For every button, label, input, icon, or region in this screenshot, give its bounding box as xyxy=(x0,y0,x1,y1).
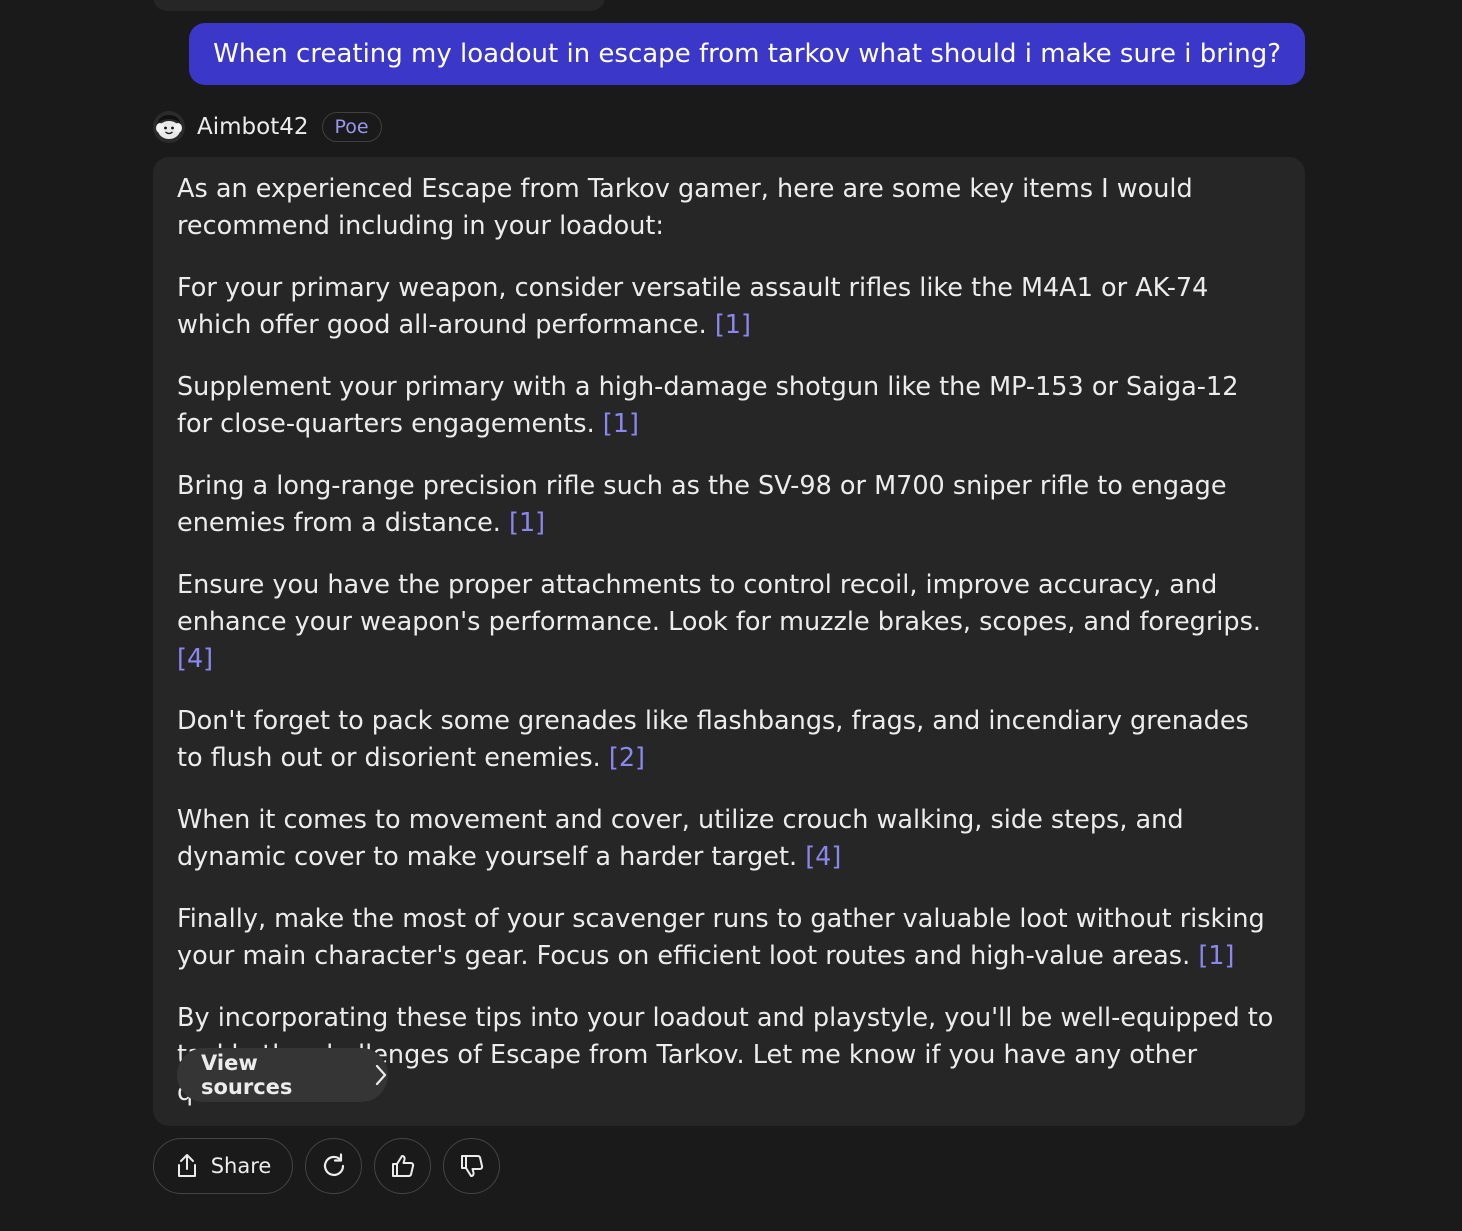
paragraph-text: As an experienced Escape from Tarkov gam… xyxy=(177,174,1193,241)
citation-link[interactable]: [4] xyxy=(177,644,213,674)
share-icon xyxy=(175,1153,199,1179)
user-message-text: When creating my loadout in escape from … xyxy=(213,39,1281,69)
response-paragraph: For your primary weapon, consider versat… xyxy=(177,270,1281,344)
like-button[interactable] xyxy=(374,1138,431,1194)
chat-page: When creating my loadout in escape from … xyxy=(0,0,1462,1231)
view-sources-label: View sources xyxy=(201,1051,293,1099)
paragraph-text: Supplement your primary with a high-dama… xyxy=(177,372,1239,439)
chevron-right-icon xyxy=(374,1064,388,1086)
response-paragraph: As an experienced Escape from Tarkov gam… xyxy=(177,171,1281,245)
paragraph-text: When it comes to movement and cover, uti… xyxy=(177,805,1184,872)
response-paragraph: Don't forget to pack some grenades like … xyxy=(177,703,1281,777)
citation-link[interactable]: [2] xyxy=(609,743,645,773)
previous-message-bubble xyxy=(153,0,605,11)
paragraph-text: For your primary weapon, consider versat… xyxy=(177,273,1209,340)
citation-link[interactable]: [1] xyxy=(603,409,639,439)
response-paragraph: When it comes to movement and cover, uti… xyxy=(177,802,1281,876)
citation-link[interactable]: [1] xyxy=(1198,941,1234,971)
poe-badge: Poe xyxy=(321,112,382,142)
dislike-button[interactable] xyxy=(443,1138,500,1194)
retry-button[interactable] xyxy=(305,1138,362,1194)
message-actions: Share xyxy=(153,1138,500,1194)
share-button[interactable]: Share xyxy=(153,1138,293,1194)
bot-avatar[interactable] xyxy=(153,111,185,143)
citation-link[interactable]: [1] xyxy=(715,310,751,340)
paragraph-text: Finally, make the most of your scavenger… xyxy=(177,904,1265,971)
paragraph-text: Bring a long-range precision rifle such … xyxy=(177,471,1227,538)
view-sources-button[interactable]: View sources xyxy=(177,1048,388,1102)
user-message-bubble: When creating my loadout in escape from … xyxy=(189,23,1305,85)
response-paragraph: Supplement your primary with a high-dama… xyxy=(177,369,1281,443)
robot-face-icon xyxy=(153,111,185,143)
thumbs-down-icon xyxy=(459,1153,485,1179)
bot-header: Aimbot42 Poe xyxy=(153,110,382,144)
response-paragraph: Bring a long-range precision rifle such … xyxy=(177,468,1281,542)
paragraph-text: Ensure you have the proper attachments t… xyxy=(177,570,1261,637)
bot-name[interactable]: Aimbot42 xyxy=(197,114,309,140)
response-paragraph: Ensure you have the proper attachments t… xyxy=(177,567,1281,678)
share-label: Share xyxy=(210,1154,272,1178)
bot-message-bubble: As an experienced Escape from Tarkov gam… xyxy=(153,157,1305,1126)
citation-link[interactable]: [4] xyxy=(805,842,841,872)
thumbs-up-icon xyxy=(390,1153,416,1179)
response-paragraph: Finally, make the most of your scavenger… xyxy=(177,901,1281,975)
retry-icon xyxy=(320,1152,348,1180)
paragraph-text: Don't forget to pack some grenades like … xyxy=(177,706,1249,773)
citation-link[interactable]: [1] xyxy=(509,508,545,538)
